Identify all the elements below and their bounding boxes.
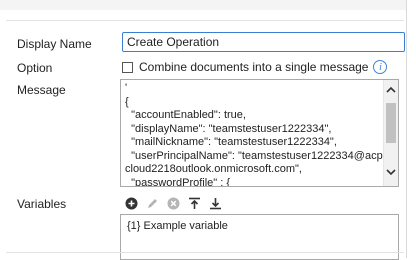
header-band	[0, 0, 406, 10]
delete-circle-icon[interactable]	[166, 196, 180, 210]
move-to-bottom-icon[interactable]	[208, 196, 222, 210]
display-name-input[interactable]	[122, 32, 405, 52]
scroll-thumb[interactable]	[386, 103, 396, 143]
display-name-label: Display Name	[17, 37, 92, 51]
variables-toolbar	[124, 196, 229, 210]
top-divider	[6, 20, 404, 21]
variable-item[interactable]: {1} Example variable	[127, 220, 228, 232]
move-to-top-icon[interactable]	[187, 196, 201, 210]
combine-documents-checkbox[interactable]	[122, 61, 133, 73]
combine-option-row: Combine documents into a single message …	[122, 60, 388, 74]
message-label: Message	[17, 83, 66, 97]
info-icon[interactable]: i	[373, 60, 388, 74]
message-textarea[interactable]: ' { "accountEnabled": true, "displayName…	[120, 79, 399, 187]
combine-documents-label[interactable]: Combine documents into a single message	[139, 60, 368, 74]
variables-list[interactable]: {1} Example variable	[120, 214, 399, 260]
message-content: ' { "accountEnabled": true, "displayName…	[125, 82, 383, 187]
message-scrollbar[interactable]	[383, 80, 398, 186]
add-circle-icon[interactable]	[124, 196, 138, 210]
bottom-divider	[6, 252, 404, 253]
scroll-down-arrow-icon[interactable]	[384, 166, 398, 180]
form-panel: Display Name Option Combine documents in…	[0, 0, 407, 260]
scroll-up-arrow-icon[interactable]	[384, 84, 398, 98]
variables-label: Variables	[17, 197, 67, 211]
option-label: Option	[17, 61, 53, 75]
pencil-icon[interactable]	[145, 196, 159, 210]
